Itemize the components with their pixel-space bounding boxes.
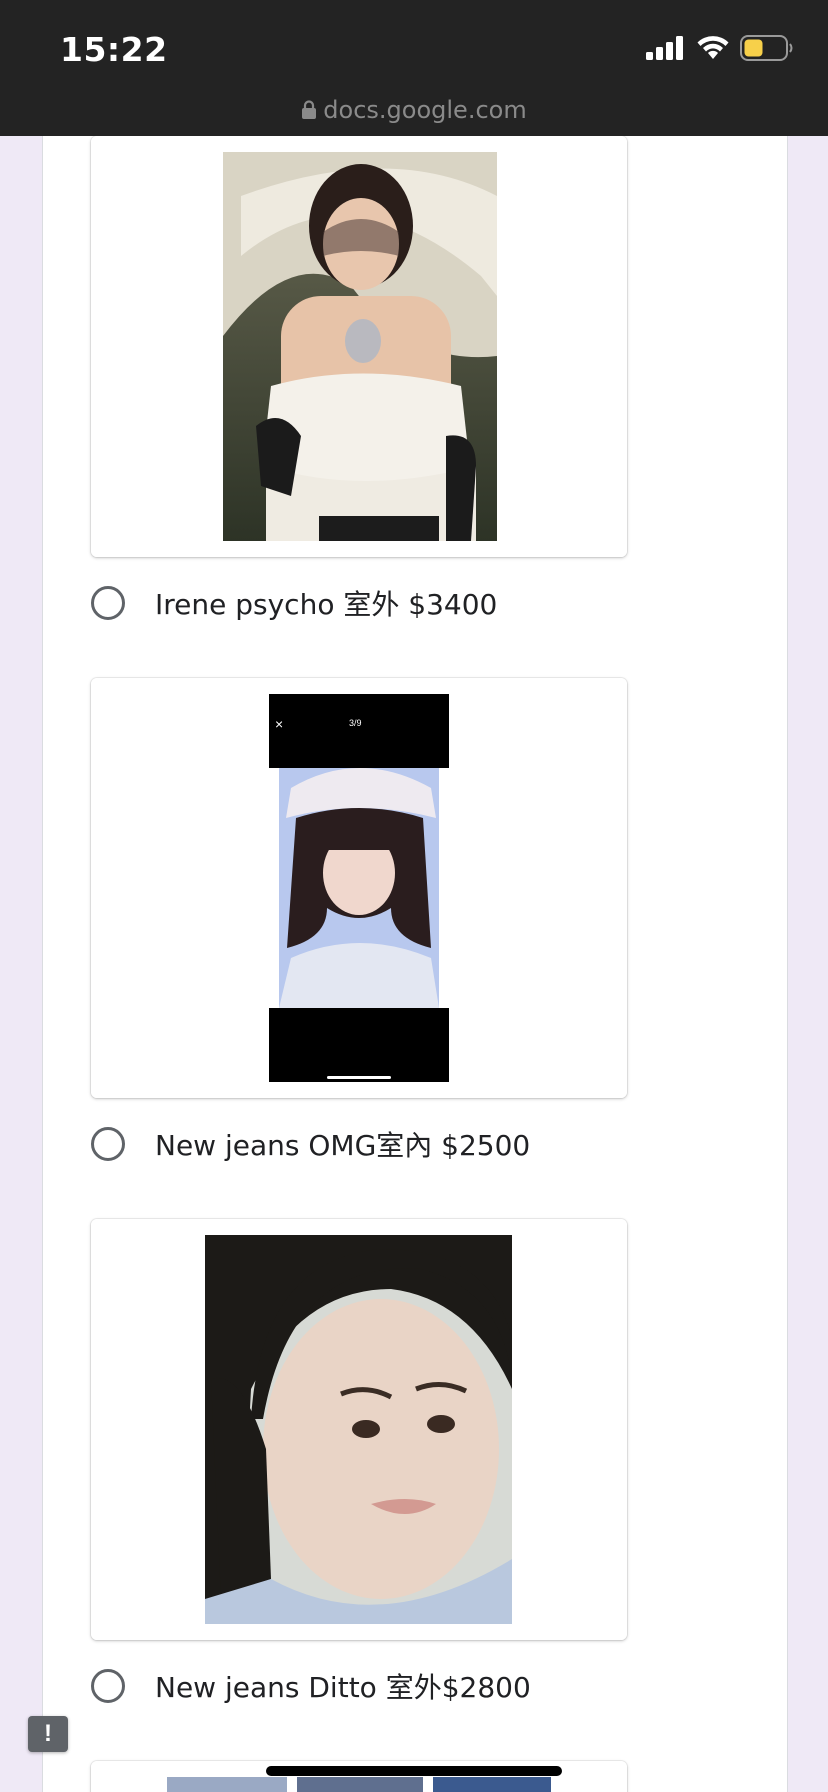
- url-text: docs.google.com: [323, 96, 527, 124]
- page-area[interactable]: Irene psycho 室外 $3400 × 3/9 New jeans OM…: [0, 136, 828, 1792]
- option-image-newjeans-omg: [91, 678, 627, 1098]
- lock-icon: [301, 98, 317, 126]
- option-label: Irene psycho 室外 $3400: [155, 588, 498, 621]
- battery-icon: [740, 34, 794, 66]
- option-radio-row[interactable]: Irene psycho 室外 $3400: [91, 582, 497, 624]
- radio-button[interactable]: [91, 586, 125, 620]
- radio-button[interactable]: [91, 1669, 125, 1703]
- option-image-newjeans-ditto: [91, 1219, 627, 1640]
- option-image-frame: × 3/9: [91, 678, 627, 1098]
- overlay-home-bar: [327, 1076, 391, 1079]
- status-icons: [646, 34, 794, 66]
- option-image-irene: [91, 136, 627, 557]
- wifi-icon: [696, 35, 730, 66]
- option-label: New jeans OMG室內 $2500: [155, 1129, 531, 1162]
- overlay-close-icon: ×: [275, 716, 284, 732]
- home-indicator: [266, 1766, 562, 1776]
- status-bar: 15:22 docs.google.com: [0, 0, 828, 136]
- overlay-counter: 3/9: [349, 718, 362, 728]
- feedback-icon[interactable]: !: [28, 1716, 68, 1752]
- signal-icon: [646, 35, 686, 65]
- option-image-frame: [91, 136, 627, 557]
- option-image-frame: [91, 1219, 627, 1640]
- status-time: 15:22: [60, 30, 168, 69]
- option-radio-row[interactable]: New jeans Ditto 室外$2800: [91, 1665, 531, 1707]
- option-radio-row[interactable]: New jeans OMG室內 $2500: [91, 1123, 530, 1165]
- radio-button[interactable]: [91, 1127, 125, 1161]
- form-question-card: Irene psycho 室外 $3400 × 3/9 New jeans OM…: [42, 136, 788, 1792]
- option-label: New jeans Ditto 室外$2800: [155, 1671, 531, 1704]
- url-bar[interactable]: docs.google.com: [0, 96, 828, 126]
